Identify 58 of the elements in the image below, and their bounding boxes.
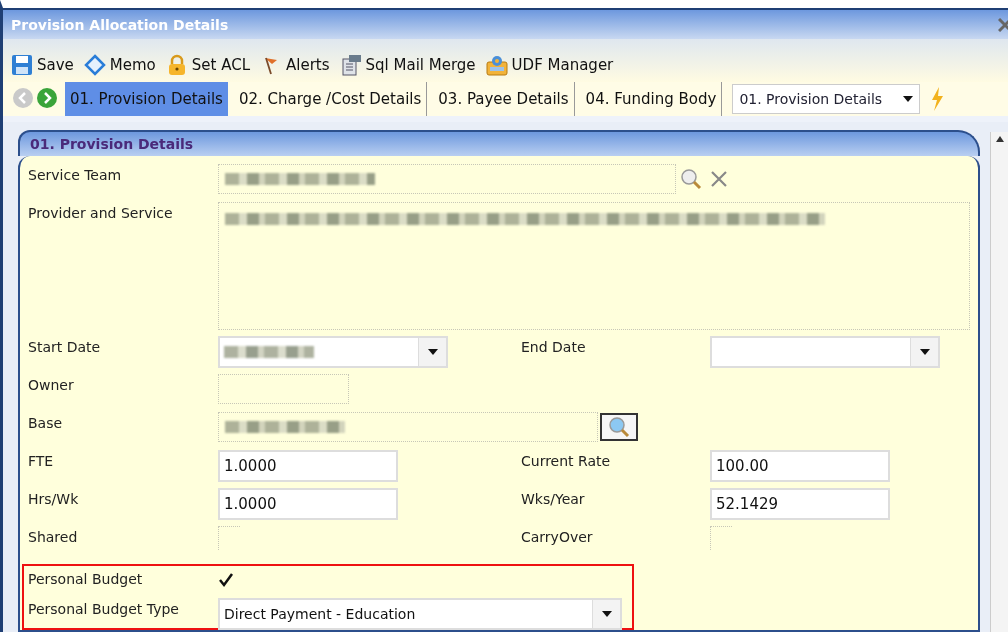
toolbar-button[interactable]: Sql Mail Merge	[339, 53, 476, 76]
dropdown-button[interactable]	[418, 338, 446, 366]
section-tab[interactable]: 04. Funding Body	[580, 82, 723, 116]
checkbox[interactable]	[218, 526, 240, 550]
number-input[interactable]: 1.0000	[218, 450, 398, 482]
search-button[interactable]	[600, 413, 638, 441]
dropdown-button[interactable]	[910, 338, 938, 366]
provider-text-area[interactable]	[218, 202, 970, 330]
search-icon	[680, 168, 702, 190]
field-label: Service Team	[28, 166, 123, 183]
owner-field[interactable]	[218, 374, 349, 404]
field-label: Personal Budget Type	[28, 600, 180, 617]
field-label: Hrs/Wk	[28, 490, 80, 507]
caret-icon	[903, 96, 914, 102]
caret-icon	[601, 611, 612, 617]
window-title: Provision Allocation Details	[11, 16, 229, 33]
search-icon	[608, 416, 630, 438]
number-input[interactable]: 1.0000	[218, 488, 398, 520]
toolbar-button[interactable]: Set ACL	[165, 53, 251, 76]
field-label: Base	[28, 414, 64, 431]
caret-icon	[919, 349, 930, 355]
field-label: Personal Budget	[28, 570, 144, 587]
back-button[interactable]	[11, 87, 35, 111]
close-icon[interactable]	[998, 17, 1008, 32]
section-tab[interactable]: 01. Provision Details	[65, 82, 228, 116]
forward-button[interactable]	[35, 87, 59, 111]
service-team-field[interactable]	[218, 164, 676, 194]
field-label: Start Date	[28, 338, 102, 355]
field-label: FTE	[28, 452, 55, 469]
field-label: Current Rate	[521, 452, 612, 469]
section-tab[interactable]: 02. Charge /Cost Details	[233, 82, 428, 116]
field-label: Owner	[28, 376, 75, 393]
number-input[interactable]: 52.1429	[710, 488, 890, 520]
toolbar-button[interactable]: Memo	[83, 53, 156, 76]
field-label: Wks/Year	[521, 490, 586, 507]
section-dropdown[interactable]: 01. Provision Details	[732, 84, 921, 114]
panel-title: 01. Provision Details	[30, 136, 194, 152]
number-input[interactable]: 100.00	[710, 450, 890, 482]
toolbar-button[interactable]: Save	[11, 53, 74, 76]
diamond-icon	[83, 53, 106, 76]
toolbar-button[interactable]: UDF Manager	[485, 53, 614, 76]
field-label: CarryOver	[521, 528, 594, 545]
scrollbar[interactable]	[990, 132, 1008, 632]
base-field[interactable]	[218, 412, 598, 442]
toolbar-button[interactable]: Alerts	[260, 53, 330, 76]
lightning-icon[interactable]	[930, 87, 945, 111]
close-icon	[710, 170, 728, 188]
checkbox[interactable]	[710, 526, 732, 550]
document-icon	[339, 53, 362, 76]
section-tab[interactable]: 03. Payee Details	[433, 82, 575, 116]
field-label: End Date	[521, 338, 587, 355]
field-label: Provider and Service	[28, 204, 174, 221]
dropdown-button[interactable]	[592, 600, 620, 628]
scroll-up-icon	[995, 136, 1004, 142]
field-label: Shared	[28, 528, 79, 545]
budget-type-dropdown[interactable]: Direct Payment - Education	[218, 598, 622, 630]
caret-icon	[427, 349, 438, 355]
checkmark-icon	[218, 572, 234, 588]
